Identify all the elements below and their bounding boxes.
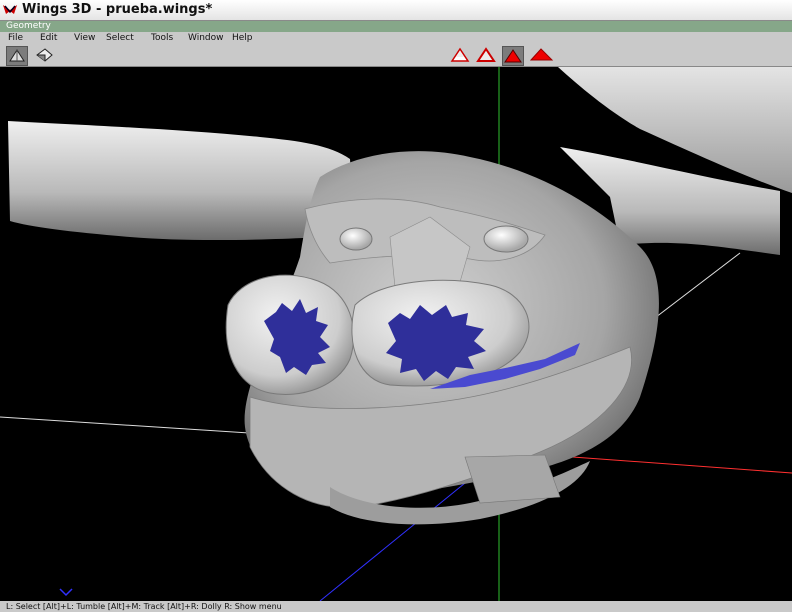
wings-logo-icon — [3, 5, 17, 14]
view-mode-wire-button[interactable] — [34, 46, 54, 64]
menu-bar: File Edit View Select Tools Window Help — [0, 32, 792, 44]
menu-tools[interactable]: Tools — [151, 32, 173, 44]
menu-file[interactable]: File — [8, 32, 23, 44]
edge-select-button[interactable] — [476, 46, 496, 64]
toolbar — [0, 44, 792, 67]
body-select-icon — [529, 48, 554, 61]
menu-edit[interactable]: Edit — [40, 32, 57, 44]
face-select-button[interactable] — [502, 46, 524, 66]
window-title: Wings 3D - prueba.wings* — [22, 2, 213, 17]
face-select-icon — [504, 49, 522, 63]
geometry-panel-header: Geometry — [0, 21, 792, 32]
vertex-select-button[interactable] — [450, 46, 470, 64]
view-mode-solid-button[interactable] — [6, 46, 28, 66]
menu-help[interactable]: Help — [232, 32, 253, 44]
body-select-button[interactable] — [529, 46, 554, 64]
status-bar: L: Select [Alt]+L: Tumble [Alt]+M: Track… — [0, 601, 792, 612]
menu-view[interactable]: View — [74, 32, 95, 44]
3d-viewport[interactable] — [0, 67, 792, 601]
edge-select-icon — [476, 47, 496, 62]
model-render — [0, 67, 792, 601]
panel-title: Geometry — [6, 21, 51, 31]
view-mode-wire-icon — [36, 48, 53, 62]
z-axis-label-marker — [59, 588, 73, 597]
menu-select[interactable]: Select — [106, 32, 134, 44]
status-text: L: Select [Alt]+L: Tumble [Alt]+M: Track… — [6, 602, 282, 611]
menu-window[interactable]: Window — [188, 32, 224, 44]
grid-line — [0, 416, 266, 435]
vertex-select-icon — [450, 47, 470, 62]
view-mode-solid-icon — [9, 49, 25, 62]
title-bar: Wings 3D - prueba.wings* — [0, 0, 792, 21]
